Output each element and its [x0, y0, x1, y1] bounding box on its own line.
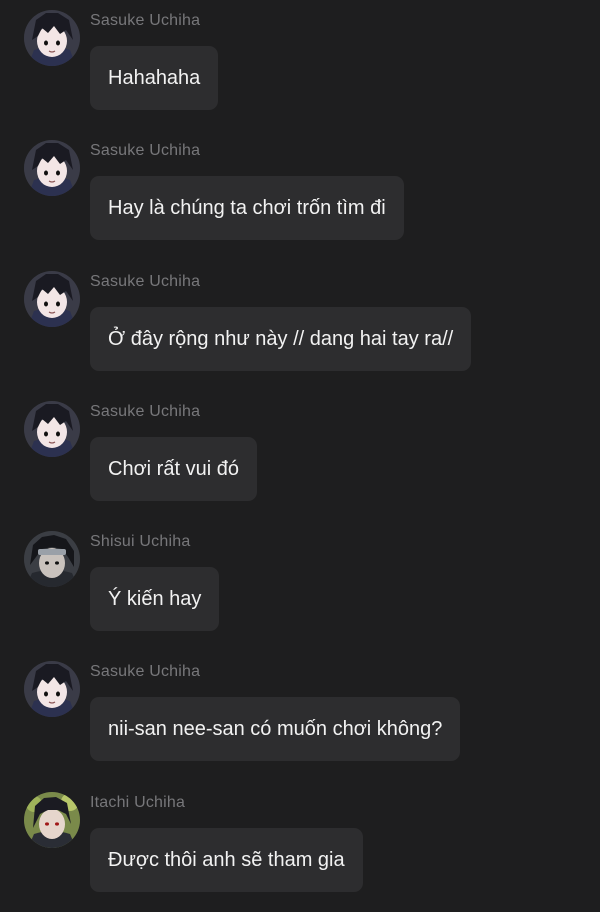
message-bubble[interactable]: Hahahaha — [90, 46, 219, 110]
sender-name: Sasuke Uchiha — [90, 12, 201, 29]
chat-message: Sasuke Uchiha Chơi rất vui đó — [0, 391, 600, 521]
sender-name: Sasuke Uchiha — [90, 273, 201, 290]
chat-message: Itachi Uchiha Được thôi anh sẽ tham gia — [0, 782, 600, 912]
sender-name: Shisui Uchiha — [90, 533, 191, 550]
message-bubble[interactable]: Hay là chúng ta chơi trốn tìm đi — [90, 176, 404, 240]
chat-message: Sasuke Uchiha nii-san nee-san có muốn ch… — [0, 651, 600, 781]
sasuke-avatar-icon[interactable] — [24, 271, 80, 327]
sasuke-avatar-icon[interactable] — [24, 401, 80, 457]
sender-name: Sasuke Uchiha — [90, 142, 201, 159]
message-bubble[interactable]: Chơi rất vui đó — [90, 437, 257, 501]
sender-name: Itachi Uchiha — [90, 794, 186, 811]
sasuke-avatar-icon[interactable] — [24, 140, 80, 196]
chat-thread: Sasuke Uchiha Hahahaha Sasuke Uchiha Hay… — [0, 0, 600, 899]
chat-message: Shisui Uchiha Ý kiến hay — [0, 521, 600, 651]
itachi-avatar-icon[interactable] — [24, 792, 80, 848]
message-bubble[interactable]: Ở đây rộng như này // dang hai tay ra// — [90, 307, 472, 371]
sasuke-avatar-icon[interactable] — [24, 661, 80, 717]
chat-message: Sasuke Uchiha Hay là chúng ta chơi trốn … — [0, 130, 600, 260]
message-bubble[interactable]: Ý kiến hay — [90, 567, 220, 631]
chat-message: Sasuke Uchiha Ở đây rộng như này // dang… — [0, 261, 600, 391]
message-bubble[interactable]: Được thôi anh sẽ tham gia — [90, 828, 363, 892]
sender-name: Sasuke Uchiha — [90, 663, 201, 680]
shisui-avatar-icon[interactable] — [24, 531, 80, 587]
sender-name: Sasuke Uchiha — [90, 403, 201, 420]
message-bubble[interactable]: nii-san nee-san có muốn chơi không? — [90, 697, 461, 761]
chat-message: Sasuke Uchiha Hahahaha — [0, 0, 600, 130]
sasuke-avatar-icon[interactable] — [24, 10, 80, 66]
